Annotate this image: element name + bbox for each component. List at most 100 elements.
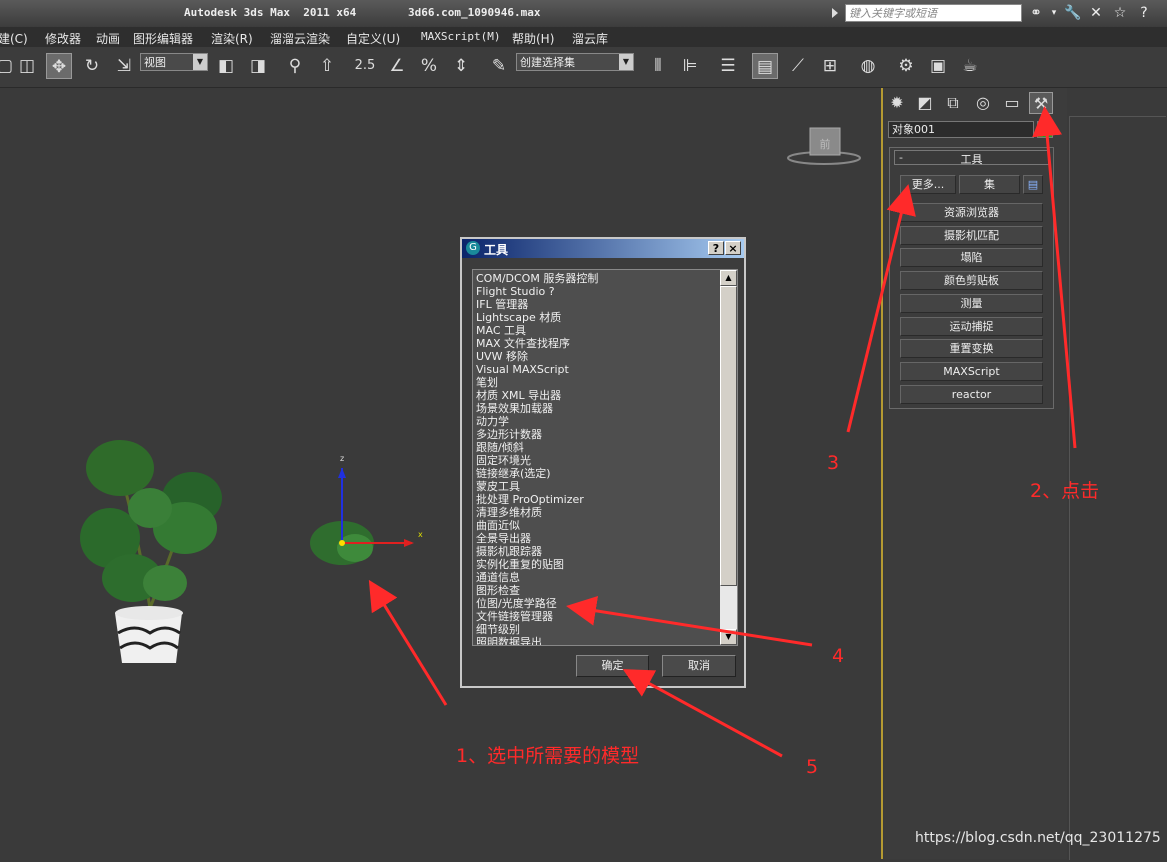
mirror-icon[interactable]: ⫴	[645, 53, 671, 79]
utility-collapse[interactable]: 塌陷	[900, 248, 1043, 267]
spinner-snap-icon[interactable]: ⇕	[448, 53, 474, 79]
menu-graph-editors[interactable]: 图形编辑器	[133, 30, 193, 47]
utility-reactor[interactable]: reactor	[900, 385, 1043, 404]
help-icon[interactable]: ?	[1136, 5, 1152, 21]
utility-maxscript[interactable]: MAXScript	[900, 362, 1043, 381]
play-icon[interactable]	[832, 8, 838, 18]
list-item[interactable]: Flight Studio ?	[476, 285, 716, 298]
menu-rendering[interactable]: 渲染(R)	[211, 30, 253, 47]
schematic-view-icon[interactable]: ⊞	[817, 53, 843, 79]
search-input[interactable]: 键入关键字或短语	[845, 4, 1022, 22]
cancel-button[interactable]: 取消	[662, 655, 736, 677]
modify-tab-icon[interactable]: ◩	[913, 92, 937, 114]
hierarchy-tab-icon[interactable]: ⧉	[941, 92, 965, 114]
list-item[interactable]: 跟随/倾斜	[476, 441, 716, 454]
snap-2-5-icon[interactable]: 2.5	[352, 53, 378, 79]
list-item[interactable]: 多边形计数器	[476, 428, 716, 441]
menu-maxscript[interactable]: MAXScript(M)	[421, 30, 500, 43]
list-item[interactable]: 动力学	[476, 415, 716, 428]
reference-coord-dropdown[interactable]: 视图 ▼	[140, 53, 208, 71]
layer-manager-icon[interactable]: ☰	[715, 53, 741, 79]
list-item[interactable]: MAC 工具	[476, 324, 716, 337]
close-button[interactable]: ×	[725, 241, 741, 255]
utility-color-clipboard[interactable]: 颜色剪贴板	[900, 271, 1043, 290]
utility-measure[interactable]: 测量	[900, 294, 1043, 313]
display-tab-icon[interactable]: ▭	[1000, 92, 1024, 114]
rotate-icon[interactable]: ↻	[79, 53, 105, 79]
list-item[interactable]: 文件链接管理器	[476, 610, 716, 623]
list-item[interactable]: 场景效果加载器	[476, 402, 716, 415]
scroll-thumb[interactable]	[720, 286, 737, 586]
object-color-swatch[interactable]	[1037, 121, 1053, 138]
object-name-field[interactable]: 对象001	[888, 121, 1034, 138]
motion-tab-icon[interactable]: ◎	[971, 92, 995, 114]
list-item[interactable]: 清理多维材质	[476, 506, 716, 519]
scale-icon[interactable]: ⇲	[111, 53, 137, 79]
list-item[interactable]: COM/DCOM 服务器控制	[476, 272, 716, 285]
pivot-center-icon[interactable]: ◧	[213, 53, 239, 79]
list-item[interactable]: 实例化重复的贴图	[476, 558, 716, 571]
window-crossing-icon[interactable]: ◫	[14, 53, 40, 79]
selected-object[interactable]: z x	[310, 454, 423, 565]
list-item[interactable]: UVW 移除	[476, 350, 716, 363]
list-item[interactable]: 批处理 ProOptimizer	[476, 493, 716, 506]
select-manipulate-icon[interactable]: ◨	[245, 53, 271, 79]
list-item[interactable]: 固定环境光	[476, 454, 716, 467]
menu-cloud-library[interactable]: 溜云库	[572, 30, 608, 47]
list-item[interactable]: 笔划	[476, 376, 716, 389]
list-item[interactable]: IFL 管理器	[476, 298, 716, 311]
utility-asset-browser[interactable]: 资源浏览器	[900, 203, 1043, 222]
list-item[interactable]: 细节级别	[476, 623, 716, 636]
align-icon[interactable]: ⊫	[677, 53, 703, 79]
list-item[interactable]: MAX 文件查找程序	[476, 337, 716, 350]
angle-snap-icon[interactable]: ∠	[384, 53, 410, 79]
list-item[interactable]: Lightscape 材质	[476, 311, 716, 324]
list-item[interactable]: 曲面近似	[476, 519, 716, 532]
menu-customize[interactable]: 自定义(U)	[346, 30, 400, 47]
menu-create[interactable]: 建(C)	[0, 30, 28, 47]
named-selection-dropdown[interactable]: 创建选择集 ▼	[516, 53, 634, 71]
list-item[interactable]: 图形检查	[476, 584, 716, 597]
viewcube[interactable]: 前	[787, 127, 861, 165]
help-button[interactable]: ?	[708, 241, 724, 255]
menu-modifiers[interactable]: 修改器	[45, 30, 81, 47]
configure-sets-icon[interactable]: ▤	[1023, 175, 1043, 194]
keyboard-shortcut-icon[interactable]: ⚲	[282, 53, 308, 79]
scroll-down-icon[interactable]: ▼	[720, 629, 737, 645]
edit-named-sets-icon[interactable]: ✎	[486, 53, 512, 79]
list-item[interactable]: 全景导出器	[476, 532, 716, 545]
list-item[interactable]: 链接继承(选定)	[476, 467, 716, 480]
create-tab-icon[interactable]: ✹	[885, 92, 909, 114]
satellite-icon[interactable]: ✕	[1088, 5, 1104, 21]
snap-toggle-icon[interactable]: ⇧	[314, 53, 340, 79]
plant-model[interactable]	[80, 440, 222, 663]
list-item[interactable]: 蒙皮工具	[476, 480, 716, 493]
menu-animation[interactable]: 动画	[96, 30, 120, 47]
wrench-icon[interactable]: 🔧	[1064, 5, 1081, 21]
list-scrollbar[interactable]: ▲ ▼	[720, 270, 737, 645]
star-icon[interactable]: ☆	[1112, 5, 1128, 21]
utility-motion-capture[interactable]: 运动捕捉	[900, 317, 1043, 336]
menu-cloud-render[interactable]: 溜溜云渲染	[270, 30, 330, 47]
render-teapot-icon[interactable]: ☕	[957, 53, 983, 79]
ok-button[interactable]: 确定	[576, 655, 649, 677]
list-item[interactable]: 材质 XML 导出器	[476, 389, 716, 402]
graphite-ribbon-icon[interactable]: ▤	[752, 53, 778, 79]
scroll-up-icon[interactable]: ▲	[720, 270, 737, 286]
perspective-viewport[interactable]: 前 z x	[0, 88, 883, 859]
material-editor-icon[interactable]: ◍	[855, 53, 881, 79]
list-item[interactable]: 摄影机跟踪器	[476, 545, 716, 558]
utility-camera-match[interactable]: 摄影机匹配	[900, 226, 1043, 245]
utilities-tab-hammer-icon[interactable]: ⚒	[1029, 92, 1053, 114]
list-item[interactable]: 通道信息	[476, 571, 716, 584]
rollout-header[interactable]: - 工具	[894, 150, 1049, 166]
list-item[interactable]: 照明数据导出	[476, 636, 716, 645]
menu-help[interactable]: 帮助(H)	[512, 30, 554, 47]
curve-editor-icon[interactable]: ⟋	[785, 53, 811, 79]
utility-reset-xform[interactable]: 重置变换	[900, 339, 1043, 358]
binoculars-icon[interactable]: ⚭	[1028, 5, 1044, 21]
list-item[interactable]: Visual MAXScript	[476, 363, 716, 376]
list-item[interactable]: 位图/光度学路径	[476, 597, 716, 610]
sets-button[interactable]: 集	[959, 175, 1020, 194]
move-icon[interactable]: ✥	[46, 53, 72, 79]
